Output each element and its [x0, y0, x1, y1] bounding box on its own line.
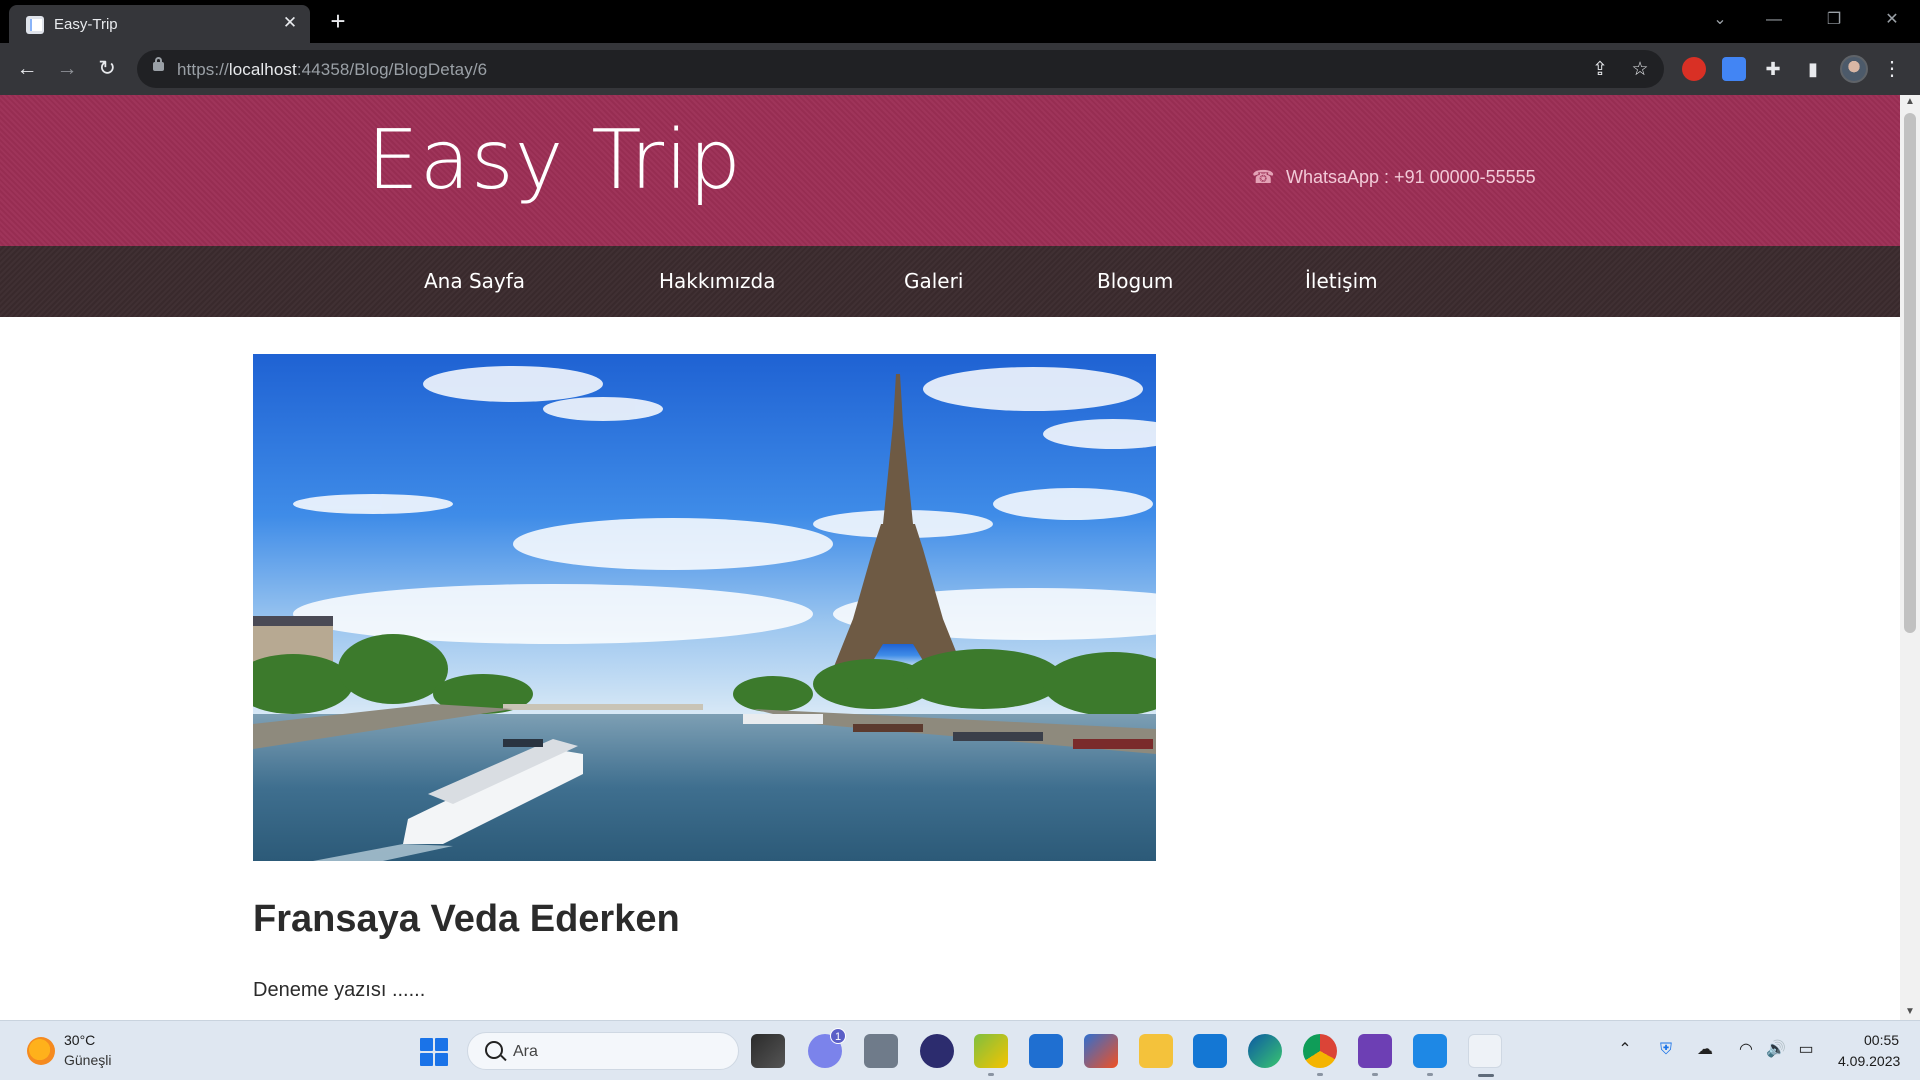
microsoft-store-icon[interactable]	[1084, 1034, 1118, 1068]
main-nav: Ana Sayfa Hakkımızda Galeri Blogum İleti…	[0, 246, 1900, 317]
snipping-tool-icon[interactable]	[1468, 1034, 1502, 1077]
reload-icon[interactable]: ↻	[93, 55, 121, 83]
eclipse-icon[interactable]	[920, 1034, 954, 1068]
vscode-icon[interactable]	[1413, 1034, 1447, 1076]
site-logo[interactable]: Easy Trip	[367, 113, 742, 208]
extensions-puzzle-icon[interactable]: ✚	[1759, 55, 1787, 83]
chevron-up-icon[interactable]: ⌃	[1614, 1039, 1636, 1061]
phone-icon: ☎	[1252, 167, 1275, 187]
edge-icon[interactable]	[1248, 1034, 1282, 1068]
l-app-icon[interactable]	[1193, 1034, 1227, 1068]
page-scrollbar[interactable]: ▲ ▼	[1900, 95, 1920, 1020]
clock-date[interactable]: 4.09.2023	[1838, 1053, 1900, 1069]
forward-arrow-icon[interactable]: →	[53, 55, 81, 83]
weather-temperature[interactable]: 30°C	[64, 1032, 95, 1048]
blog-post-body: Deneme yazısı ......	[253, 979, 426, 1001]
back-arrow-icon[interactable]: ←	[13, 55, 41, 83]
bookmark-star-icon[interactable]: ☆	[1628, 58, 1652, 82]
taskbar-search[interactable]: Ara	[467, 1032, 739, 1070]
lock-icon[interactable]	[153, 57, 164, 71]
nav-ana-sayfa[interactable]: Ana Sayfa	[424, 269, 525, 293]
browser-toolbar: ← → ↻ https://localhost:44358/Blog/BlogD…	[0, 43, 1920, 95]
browser-tab-strip: Easy-Trip ✕ + ⌄ — ❐ ✕	[0, 0, 1920, 43]
restore-button[interactable]: ❐	[1820, 6, 1848, 34]
nav-galeri[interactable]: Galeri	[904, 269, 963, 293]
volume-icon[interactable]: 🔊	[1765, 1039, 1787, 1061]
search-placeholder: Ara	[513, 1043, 538, 1060]
notification-badge: 1	[830, 1028, 846, 1044]
translate-extension-icon[interactable]	[1722, 57, 1746, 81]
calculator-icon[interactable]	[864, 1034, 898, 1068]
wifi-icon[interactable]: ◠	[1735, 1039, 1757, 1061]
profile-avatar[interactable]	[1840, 55, 1868, 83]
windows-taskbar: 30°C Güneşli Ara 1 ⌃ ⛨ ☁ ◠ 🔊 ▭ 00:55 4.0…	[0, 1020, 1920, 1080]
scroll-thumb[interactable]	[1904, 113, 1916, 633]
page-icon	[26, 16, 44, 34]
nav-blogum[interactable]: Blogum	[1097, 269, 1173, 293]
battery-icon[interactable]: ▭	[1795, 1039, 1817, 1061]
minimize-button[interactable]: —	[1760, 6, 1788, 34]
nav-iletisim[interactable]: İletişim	[1305, 269, 1378, 293]
side-panel-icon[interactable]: ▮	[1799, 55, 1827, 83]
search-icon	[485, 1041, 503, 1059]
chrome-icon[interactable]	[1303, 1034, 1337, 1076]
teams-chat-icon[interactable]: 1	[808, 1028, 846, 1068]
onedrive-cloud-icon[interactable]: ☁	[1694, 1039, 1716, 1061]
kebab-menu-icon[interactable]: ⋮	[1882, 55, 1902, 83]
nav-hakkimizda[interactable]: Hakkımızda	[659, 269, 776, 293]
adblock-extension-icon[interactable]	[1682, 57, 1706, 81]
weather-description[interactable]: Güneşli	[64, 1052, 111, 1068]
clock-time[interactable]: 00:55	[1864, 1032, 1899, 1048]
tab-search-icon[interactable]: ⌄	[1706, 6, 1734, 34]
site-header: Easy Trip ☎ WhatsaApp : +91 00000-55555	[0, 95, 1900, 246]
mail-icon[interactable]	[1029, 1034, 1063, 1068]
scroll-up-arrow-icon[interactable]: ▲	[1905, 97, 1915, 107]
blog-post-title: Fransaya Veda Ederken	[253, 898, 680, 940]
close-icon[interactable]: ✕	[280, 13, 300, 33]
tab-title: Easy-Trip	[54, 16, 118, 33]
url-text[interactable]: https://localhost:44358/Blog/BlogDetay/6	[177, 60, 487, 80]
page-viewport: Easy Trip ☎ WhatsaApp : +91 00000-55555 …	[0, 95, 1900, 1020]
blog-post-image	[253, 354, 1156, 861]
visual-studio-icon[interactable]	[1358, 1034, 1392, 1076]
browser-tab[interactable]: Easy-Trip ✕	[9, 5, 310, 43]
file-explorer-icon[interactable]	[1139, 1034, 1173, 1068]
scroll-down-arrow-icon[interactable]: ▼	[1905, 1007, 1915, 1017]
share-icon[interactable]: ⇪	[1588, 58, 1612, 82]
weather-sun-icon[interactable]	[27, 1037, 55, 1065]
contact-phone: WhatsaApp : +91 00000-55555	[1286, 167, 1536, 187]
address-bar[interactable]: https://localhost:44358/Blog/BlogDetay/6…	[137, 50, 1664, 88]
office-app-icon[interactable]	[974, 1034, 1008, 1076]
close-window-button[interactable]: ✕	[1878, 6, 1906, 34]
defender-shield-icon[interactable]: ⛨	[1655, 1039, 1677, 1061]
task-view-icon[interactable]	[751, 1034, 785, 1068]
new-tab-button[interactable]: +	[324, 7, 352, 35]
start-button[interactable]	[420, 1038, 448, 1066]
